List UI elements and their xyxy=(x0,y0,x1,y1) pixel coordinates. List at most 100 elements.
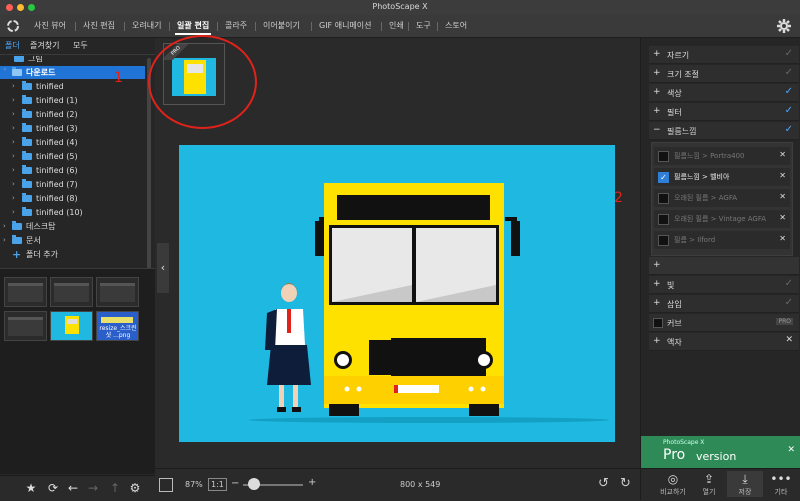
menu-batch-edit[interactable]: 일괄 편집 xyxy=(171,15,215,37)
remove-icon[interactable]: ✕ xyxy=(779,150,786,159)
open-button[interactable]: ⇪ 열기 xyxy=(691,471,727,497)
film-item[interactable]: 필름 > Ilford ✕ xyxy=(654,231,790,249)
menu-combine[interactable]: 이어붙이기 xyxy=(257,15,306,37)
chevron-right-icon[interactable]: › xyxy=(12,136,18,149)
check-icon[interactable]: ✓ xyxy=(785,124,793,135)
chevron-right-icon[interactable]: › xyxy=(12,108,18,121)
chevron-right-icon[interactable]: › xyxy=(12,150,18,163)
favorite-star-icon[interactable]: ★ xyxy=(24,481,38,495)
chevron-right-icon[interactable]: › xyxy=(12,122,18,135)
checkbox-checked[interactable]: ✓ xyxy=(658,172,669,183)
menu-print[interactable]: 인쇄 xyxy=(383,15,410,37)
checkbox[interactable] xyxy=(658,151,669,162)
thumbnail-bus-image[interactable] xyxy=(50,311,93,341)
thumbnail-item[interactable] xyxy=(96,277,139,307)
tree-item-tinified-5[interactable]: › tinified (5) xyxy=(0,150,145,163)
tree-item-desktop[interactable]: › 데스크탑 xyxy=(0,220,145,233)
menu-photo-viewer[interactable]: 사진 뷰어 xyxy=(28,15,72,37)
zoom-in-icon[interactable]: + xyxy=(308,477,316,488)
refresh-icon[interactable]: ⟳ xyxy=(46,481,60,495)
fit-view-icon[interactable] xyxy=(159,478,173,492)
tree-item-pictures[interactable]: 그림 xyxy=(0,56,145,65)
forward-arrow-icon[interactable]: → xyxy=(86,481,100,495)
tab-favorites[interactable]: 즐겨찾기 xyxy=(30,40,59,51)
menu-gif-animation[interactable]: GIF 애니메이션 xyxy=(313,15,378,37)
check-icon[interactable]: ✓ xyxy=(785,67,793,78)
section-color[interactable]: + 색상 ✓ xyxy=(649,84,799,102)
plus-icon[interactable]: + xyxy=(653,260,661,270)
section-insert[interactable]: + 삽입 ✓ xyxy=(649,295,799,313)
check-icon[interactable]: ✓ xyxy=(785,278,793,289)
menu-tools[interactable]: 도구 xyxy=(410,15,437,37)
expand-icon[interactable]: + xyxy=(653,87,661,97)
checkbox[interactable] xyxy=(658,235,669,246)
section-light[interactable]: + 빛 ✓ xyxy=(649,276,799,294)
check-icon[interactable]: ✓ xyxy=(785,105,793,116)
checkbox[interactable] xyxy=(658,193,669,204)
actual-size-button[interactable]: 1:1 xyxy=(208,478,227,491)
menu-store[interactable]: 스토어 xyxy=(439,15,473,37)
compare-button[interactable]: ◎ 비교하기 xyxy=(655,471,691,497)
zoom-level[interactable]: 87% xyxy=(185,480,203,489)
thumbnail-item[interactable] xyxy=(50,277,93,307)
checkbox[interactable] xyxy=(658,214,669,225)
chevron-right-icon[interactable]: › xyxy=(3,234,9,247)
zoom-out-icon[interactable]: − xyxy=(231,478,239,489)
tree-item-tinified-1[interactable]: › tinified (1) xyxy=(0,94,145,107)
expand-icon[interactable]: + xyxy=(653,68,661,78)
add-film-button[interactable]: + xyxy=(649,257,799,275)
add-folder-button[interactable]: + 폴더 추가 xyxy=(0,248,145,261)
chevron-right-icon[interactable]: › xyxy=(12,192,18,205)
pro-version-banner[interactable]: PhotoScape X Pro version ✕ xyxy=(641,436,800,468)
collapse-panel-button[interactable]: ‹ xyxy=(157,243,169,293)
thumbnail-item[interactable] xyxy=(4,277,47,307)
tree-item-tinified-2[interactable]: › tinified (2) xyxy=(0,108,145,121)
zoom-slider-handle[interactable] xyxy=(248,478,260,490)
section-filter[interactable]: + 필터 ✓ xyxy=(649,103,799,121)
back-arrow-icon[interactable]: ← xyxy=(66,481,80,495)
menu-collage[interactable]: 콜라주 xyxy=(219,15,253,37)
film-item[interactable]: 오래된 필름 > Vintage AGFA ✕ xyxy=(654,210,790,228)
save-button[interactable]: ⤓ 저장 xyxy=(727,471,763,497)
remove-icon[interactable]: ✕ xyxy=(779,171,786,180)
close-icon[interactable]: ✕ xyxy=(787,445,795,455)
check-icon[interactable]: ✓ xyxy=(785,48,793,59)
chevron-down-icon[interactable]: ˅ xyxy=(3,66,9,79)
section-resize[interactable]: + 크기 조절 ✓ xyxy=(649,65,799,83)
chevron-right-icon[interactable]: › xyxy=(12,178,18,191)
expand-icon[interactable]: + xyxy=(653,49,661,59)
film-item-velvia[interactable]: ✓ 필름느낌 > 벨비아 ✕ xyxy=(654,168,790,186)
settings-gear-icon[interactable] xyxy=(776,18,792,34)
thumbnail-item[interactable] xyxy=(4,311,47,341)
tree-item-documents[interactable]: › 문서 xyxy=(0,234,145,247)
tab-all[interactable]: 모두 xyxy=(73,40,88,51)
tab-folders[interactable]: 폴더 xyxy=(5,40,20,51)
collapse-icon[interactable]: − xyxy=(653,125,661,135)
chevron-right-icon[interactable]: › xyxy=(12,80,18,93)
rotate-left-icon[interactable]: ↺ xyxy=(598,476,609,491)
tree-item-tinified-7[interactable]: › tinified (7) xyxy=(0,178,145,191)
checkbox[interactable] xyxy=(653,318,663,328)
section-crop[interactable]: + 자르기 ✓ xyxy=(649,46,799,64)
tree-item-tinified-6[interactable]: › tinified (6) xyxy=(0,164,145,177)
film-item[interactable]: 필름느낌 > Portra400 ✕ xyxy=(654,147,790,165)
tree-item-tinified-3[interactable]: › tinified (3) xyxy=(0,122,145,135)
tree-item-downloads[interactable]: ˅ 다운로드 xyxy=(0,66,145,79)
remove-icon[interactable]: ✕ xyxy=(779,234,786,243)
preview-canvas[interactable] xyxy=(179,145,615,442)
chevron-right-icon[interactable]: › xyxy=(3,220,9,233)
section-curves[interactable]: 커브 PRO xyxy=(649,314,799,332)
close-icon[interactable]: ✕ xyxy=(785,335,793,345)
chevron-right-icon[interactable]: › xyxy=(12,206,18,219)
expand-icon[interactable]: + xyxy=(653,106,661,116)
remove-icon[interactable]: ✕ xyxy=(779,213,786,222)
menu-photo-editor[interactable]: 사진 편집 xyxy=(77,15,121,37)
up-arrow-icon[interactable]: ↑ xyxy=(108,481,122,495)
film-item[interactable]: 오래된 필름 > AGFA ✕ xyxy=(654,189,790,207)
thumbnail-screenshot-file[interactable]: resize_스크린샷 ...png xyxy=(96,311,139,341)
check-icon[interactable]: ✓ xyxy=(785,86,793,97)
section-film[interactable]: − 필름느낌 ✓ xyxy=(649,122,799,140)
tree-item-tinified-8[interactable]: › tinified (8) xyxy=(0,192,145,205)
remove-icon[interactable]: ✕ xyxy=(779,192,786,201)
settings-gear-icon[interactable]: ⚙ xyxy=(128,481,142,495)
